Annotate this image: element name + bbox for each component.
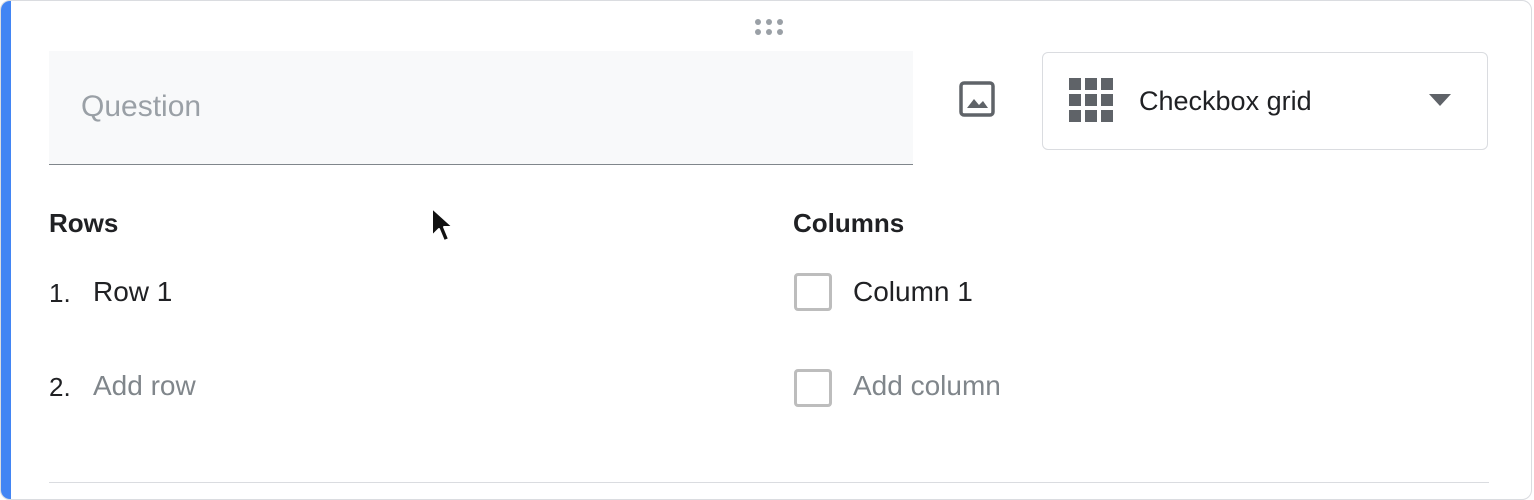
active-card-indicator — [1, 1, 11, 499]
column-checkbox — [794, 273, 832, 311]
add-row-number: 2. — [49, 372, 71, 402]
question-type-dropdown[interactable]: Checkbox grid — [1042, 52, 1488, 150]
rows-heading: Rows — [49, 208, 119, 238]
row-option-1[interactable]: Row 1 — [93, 275, 172, 309]
chevron-down-icon — [1429, 94, 1451, 106]
image-icon — [959, 81, 995, 117]
add-row-button[interactable]: Add row — [93, 369, 196, 403]
add-image-button[interactable] — [951, 73, 1003, 125]
card-divider — [49, 482, 1489, 483]
question-field[interactable] — [49, 51, 913, 165]
add-column-checkbox — [794, 369, 832, 407]
add-column-button[interactable]: Add column — [853, 369, 1001, 403]
columns-heading: Columns — [793, 208, 905, 238]
question-type-label: Checkbox grid — [1139, 86, 1312, 116]
grid-icon — [1069, 78, 1113, 122]
question-input[interactable] — [81, 87, 881, 127]
drag-handle-icon[interactable] — [753, 17, 787, 37]
question-card[interactable]: Checkbox grid Rows 1. Row 1 2. Add row C… — [0, 0, 1532, 500]
column-option-1[interactable]: Column 1 — [853, 275, 973, 309]
row-number: 1. — [49, 278, 71, 308]
